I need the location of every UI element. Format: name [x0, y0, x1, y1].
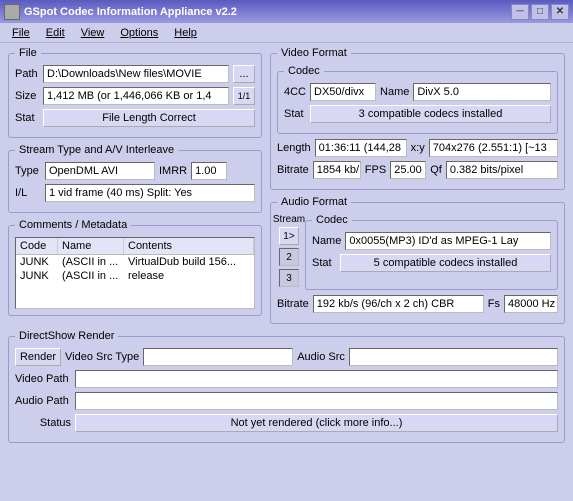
qf-value: 0.382 bits/pixel — [446, 161, 558, 179]
vst-label: Video Src Type — [65, 351, 139, 363]
size-value: 1,412 MB (or 1,446,066 KB or 1,4 — [43, 87, 229, 105]
file-group: File Path D:\Downloads\New files\MOVIE .… — [8, 47, 262, 138]
cell-code: JUNK — [16, 255, 58, 269]
app-icon — [4, 4, 20, 20]
audio-codec-legend: Codec — [312, 214, 352, 226]
file-legend: File — [15, 47, 41, 59]
ap-label: Audio Path — [15, 395, 71, 407]
file-stat[interactable]: File Length Correct — [43, 109, 255, 127]
browse-button[interactable]: ... — [233, 65, 255, 83]
stream-group: Stream Type and A/V Interleave Type Open… — [8, 144, 262, 213]
fourcc-value: DX50/divx — [310, 83, 376, 101]
maximize-button[interactable]: □ — [531, 4, 549, 20]
fs-value: 48000 Hz — [504, 295, 558, 313]
fourcc-label: 4CC — [284, 86, 306, 98]
aname-value: 0x0055(MP3) ID'd as MPEG-1 Lay — [345, 232, 551, 250]
il-label: I/L — [15, 187, 41, 199]
vname-value: DivX 5.0 — [413, 83, 551, 101]
titlebar: GSpot Codec Information Appliance v2.2 ─… — [0, 0, 573, 23]
vname-label: Name — [380, 86, 409, 98]
menu-file[interactable]: File — [6, 25, 36, 40]
vstat-button[interactable]: 3 compatible codecs installed — [310, 105, 551, 123]
menu-view[interactable]: View — [75, 25, 111, 40]
dsrender-group: DirectShow Render Render Video Src Type … — [8, 330, 565, 443]
fps-value: 25.00 — [390, 161, 426, 179]
imrr-value: 1.00 — [191, 162, 227, 180]
cell-contents: release — [124, 269, 254, 283]
cell-name: (ASCII in ... — [58, 255, 124, 269]
abitrate-value: 192 kb/s (96/ch x 2 ch) CBR — [313, 295, 484, 313]
table-row[interactable]: JUNK (ASCII in ... VirtualDub build 156.… — [16, 255, 254, 269]
menu-edit[interactable]: Edit — [40, 25, 71, 40]
video-group: Video Format Codec 4CC DX50/divx Name Di… — [270, 47, 565, 190]
menu-help[interactable]: Help — [168, 25, 203, 40]
comments-legend: Comments / Metadata — [15, 219, 131, 231]
audio-legend: Audio Format — [277, 196, 351, 208]
video-legend: Video Format — [277, 47, 351, 59]
audio-group: Audio Format Stream 1> 2 3 Codec Name 0x… — [270, 196, 565, 324]
comments-group: Comments / Metadata Code Name Contents J… — [8, 219, 262, 316]
astat-label: Stat — [312, 257, 336, 269]
status-label: Status — [15, 417, 71, 429]
vp-label: Video Path — [15, 373, 71, 385]
comments-table[interactable]: Code Name Contents JUNK (ASCII in ... Vi… — [15, 237, 255, 309]
table-row[interactable]: JUNK (ASCII in ... release — [16, 269, 254, 283]
ds-legend: DirectShow Render — [15, 330, 118, 342]
fps-label: FPS — [365, 164, 386, 176]
xy-label: x:y — [411, 142, 425, 154]
as-value — [349, 348, 558, 366]
index-button[interactable]: 1/1 — [233, 87, 255, 105]
status-button[interactable]: Not yet rendered (click more info...) — [75, 414, 558, 432]
xy-value: 704x276 (2.551:1) [~13 — [429, 139, 558, 157]
stream-legend: Stream Type and A/V Interleave — [15, 144, 178, 156]
col-contents[interactable]: Contents — [124, 238, 254, 254]
length-value: 01:36:11 (144,28 — [315, 139, 407, 157]
fs-label: Fs — [488, 298, 500, 310]
close-button[interactable]: ✕ — [551, 4, 569, 20]
vstat-label: Stat — [284, 108, 306, 120]
vst-value — [143, 348, 293, 366]
stream1-button[interactable]: 1> — [279, 227, 299, 245]
stream2-button[interactable]: 2 — [279, 248, 299, 266]
type-label: Type — [15, 165, 41, 177]
col-name[interactable]: Name — [58, 238, 124, 254]
video-codec-legend: Codec — [284, 65, 324, 77]
cell-name: (ASCII in ... — [58, 269, 124, 283]
length-label: Length — [277, 142, 311, 154]
col-code[interactable]: Code — [16, 238, 58, 254]
imrr-label: IMRR — [159, 165, 187, 177]
vbitrate-label: Bitrate — [277, 164, 309, 176]
cell-contents: VirtualDub build 156... — [124, 255, 254, 269]
minimize-button[interactable]: ─ — [511, 4, 529, 20]
vp-value — [75, 370, 558, 388]
window-title: GSpot Codec Information Appliance v2.2 — [24, 6, 237, 18]
vbitrate-value: 1854 kb/ — [313, 161, 361, 179]
video-codec-group: Codec 4CC DX50/divx Name DivX 5.0 Stat 3… — [277, 65, 558, 134]
size-label: Size — [15, 90, 39, 102]
as-label: Audio Src — [297, 351, 345, 363]
il-value: 1 vid frame (40 ms) Split: Yes — [45, 184, 255, 202]
aname-label: Name — [312, 235, 341, 247]
menubar: File Edit View Options Help — [0, 23, 573, 43]
stream-label: Stream — [273, 214, 305, 225]
cell-code: JUNK — [16, 269, 58, 283]
astat-button[interactable]: 5 compatible codecs installed — [340, 254, 551, 272]
render-button[interactable]: Render — [15, 348, 61, 366]
type-value: OpenDML AVI — [45, 162, 155, 180]
path-value: D:\Downloads\New files\MOVIE — [43, 65, 229, 83]
path-label: Path — [15, 68, 39, 80]
abitrate-label: Bitrate — [277, 298, 309, 310]
menu-options[interactable]: Options — [114, 25, 164, 40]
stat-label: Stat — [15, 112, 39, 124]
audio-codec-group: Codec Name 0x0055(MP3) ID'd as MPEG-1 La… — [305, 214, 558, 290]
qf-label: Qf — [430, 164, 442, 176]
stream3-button[interactable]: 3 — [279, 269, 299, 287]
ap-value — [75, 392, 558, 410]
